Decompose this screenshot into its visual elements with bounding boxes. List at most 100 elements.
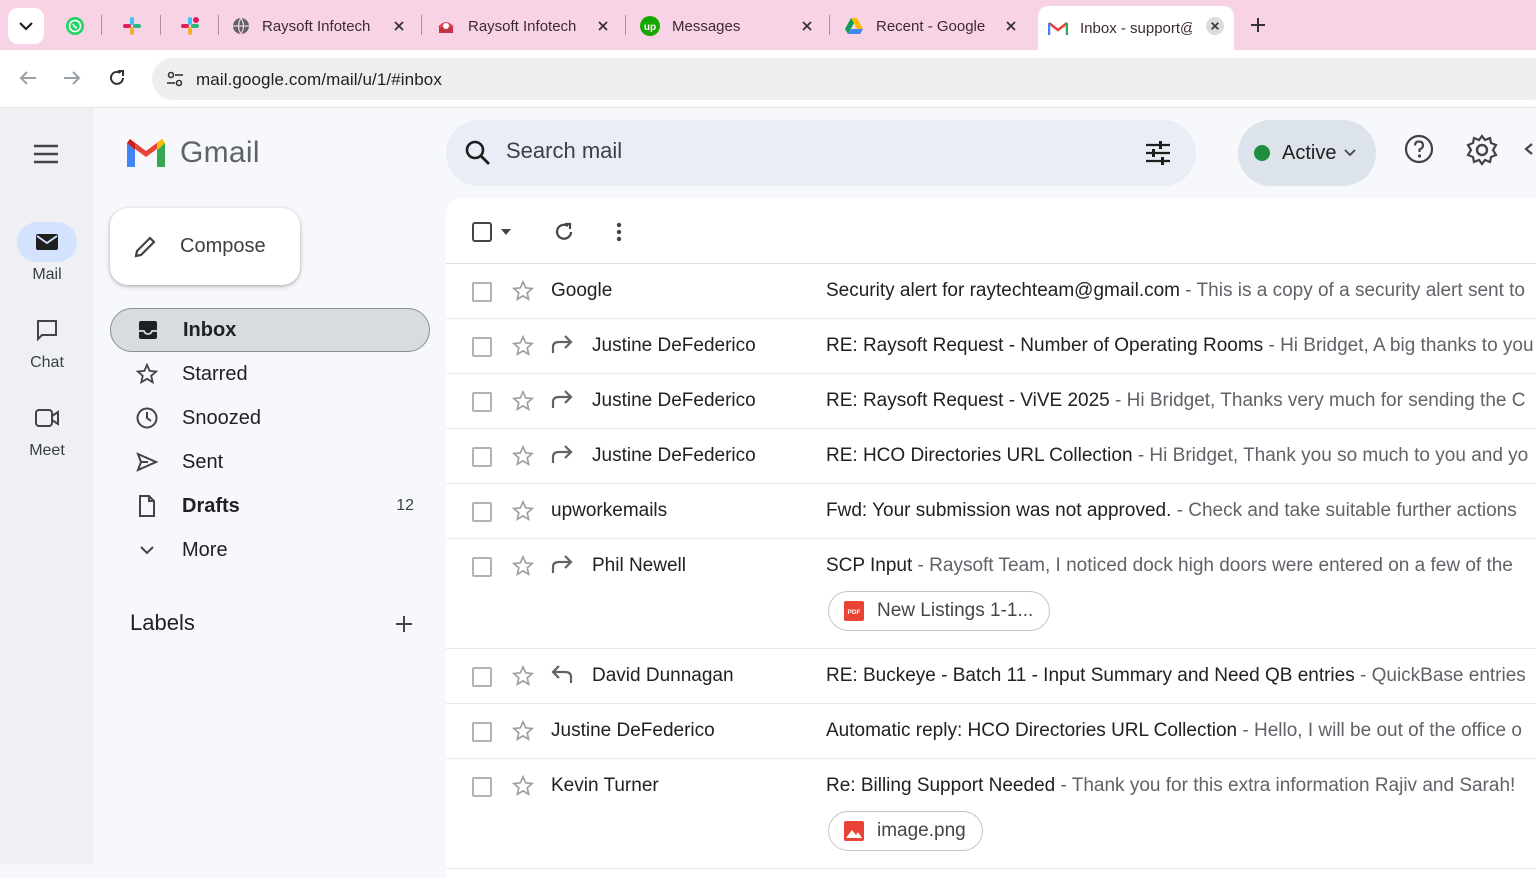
- close-tab-icon[interactable]: [1002, 17, 1020, 35]
- email-row[interactable]: Justine DeFederico RE: Raysoft Request -…: [446, 319, 1536, 374]
- tab-raysoft-2[interactable]: Raysoft Infotech |: [426, 8, 622, 44]
- whatsapp-icon: [66, 17, 84, 35]
- email-row[interactable]: Justine DeFederico RE: Raysoft Request -…: [446, 374, 1536, 429]
- star-icon[interactable]: [512, 335, 534, 357]
- row-checkbox[interactable]: [472, 722, 492, 742]
- mail-nav: Inbox Starred Snoozed Sent Drafts 12 Mor…: [110, 308, 430, 572]
- nav-item-sent[interactable]: Sent: [110, 440, 430, 484]
- tab-messages[interactable]: up Messages: [630, 8, 826, 44]
- star-icon[interactable]: [512, 775, 534, 797]
- refresh-icon: [555, 222, 573, 240]
- plus-icon: [1251, 18, 1265, 32]
- attachment-name: New Listings 1-1...: [877, 600, 1034, 621]
- star-icon[interactable]: [512, 500, 534, 522]
- select-all-checkbox[interactable]: [468, 218, 496, 246]
- email-row[interactable]: Kevin Turner Re: Billing Support Needed …: [446, 759, 1536, 869]
- select-menu-button[interactable]: [496, 218, 516, 246]
- tab-google-drive[interactable]: Recent - Google D: [834, 8, 1030, 44]
- help-icon[interactable]: [1404, 134, 1434, 164]
- email-sender: upworkemails: [551, 500, 668, 521]
- globe-icon: [233, 17, 249, 35]
- row-checkbox[interactable]: [472, 392, 492, 412]
- email-sender: Phil Newell: [592, 555, 686, 576]
- status-selector[interactable]: Active: [1238, 120, 1376, 186]
- gmail-logo[interactable]: Gmail: [124, 136, 260, 170]
- star-icon[interactable]: [512, 280, 534, 302]
- star-icon[interactable]: [512, 445, 534, 467]
- main-menu-button[interactable]: [26, 134, 66, 174]
- row-checkbox[interactable]: [472, 502, 492, 522]
- site-info-button[interactable]: [160, 64, 190, 94]
- rail-item-mail[interactable]: Mail: [0, 222, 94, 284]
- email-row[interactable]: Phil Newell SCP Input - Raysoft Team, I …: [446, 539, 1536, 649]
- email-subject: Automatic reply: HCO Directories URL Col…: [826, 720, 1238, 741]
- pinned-tab-slack[interactable]: [114, 8, 150, 44]
- email-content: Re: Billing Support Needed - Thank you f…: [826, 775, 1536, 797]
- nav-item-snoozed[interactable]: Snoozed: [110, 396, 430, 440]
- address-bar: mail.google.com/mail/u/1/#inbox: [0, 50, 1536, 108]
- nav-label: Starred: [182, 362, 248, 385]
- tab-search-button[interactable]: [8, 8, 44, 44]
- nav-item-starred[interactable]: Starred: [110, 352, 430, 396]
- search-icon[interactable]: [464, 139, 492, 167]
- back-button[interactable]: [16, 66, 40, 90]
- create-label-button[interactable]: [392, 612, 416, 636]
- drafts-count: 12: [396, 497, 414, 514]
- nav-label: Inbox: [183, 318, 237, 341]
- nav-item-drafts[interactable]: Drafts 12: [110, 484, 430, 528]
- email-row[interactable]: Justine DeFederico RE: HCO Directories U…: [446, 429, 1536, 484]
- tab-separator: [829, 15, 830, 35]
- close-tab-icon[interactable]: [594, 17, 612, 35]
- new-tab-button[interactable]: [1246, 13, 1270, 37]
- email-snippet: - Hi Bridget, A big thanks to you: [1263, 335, 1534, 356]
- arrow-left-icon[interactable]: [1522, 142, 1536, 156]
- forward-button[interactable]: [60, 66, 84, 90]
- star-icon[interactable]: [512, 555, 534, 577]
- chevron-down-icon: [19, 22, 33, 31]
- rail-item-chat[interactable]: Chat: [0, 310, 94, 372]
- email-row[interactable]: Justine DeFederico Automatic reply: HCO …: [446, 704, 1536, 759]
- hamburger-icon: [34, 144, 58, 164]
- email-row[interactable]: Google Security alert for raytechteam@gm…: [446, 264, 1536, 319]
- email-row[interactable]: upworkemails Fwd: Your submission was no…: [446, 484, 1536, 539]
- clock-icon: [136, 407, 158, 429]
- refresh-button[interactable]: [550, 218, 578, 246]
- row-checkbox[interactable]: [472, 447, 492, 467]
- row-checkbox[interactable]: [472, 777, 492, 797]
- tab-raysoft-1[interactable]: Raysoft Infotech |: [222, 8, 418, 44]
- tab-inbox-active[interactable]: Inbox - support@: [1038, 6, 1234, 50]
- email-subject: RE: Raysoft Request - Number of Operatin…: [826, 335, 1264, 356]
- reload-button[interactable]: [105, 66, 129, 90]
- email-snippet: - QuickBase entries: [1354, 665, 1526, 686]
- email-row[interactable]: David Dunnagan RE: Buckeye - Batch 11 - …: [446, 649, 1536, 704]
- attachment-chip[interactable]: image.png: [828, 811, 983, 851]
- star-icon[interactable]: [512, 665, 534, 687]
- nav-item-more[interactable]: More: [110, 528, 430, 572]
- omnibox[interactable]: mail.google.com/mail/u/1/#inbox: [152, 58, 1536, 100]
- more-options-button[interactable]: [605, 218, 633, 246]
- pinned-tab-whatsapp[interactable]: [57, 8, 93, 44]
- close-tab-icon[interactable]: [1206, 17, 1224, 35]
- browser-tab-bar: Raysoft Infotech | Raysoft Infotech | up…: [0, 0, 1536, 50]
- row-checkbox[interactable]: [472, 282, 492, 302]
- compose-button[interactable]: Compose: [110, 208, 300, 285]
- close-tab-icon[interactable]: [798, 17, 816, 35]
- row-checkbox[interactable]: [472, 337, 492, 357]
- search-input[interactable]: [506, 138, 1106, 164]
- reload-icon: [110, 70, 124, 85]
- checkbox-icon: [472, 222, 492, 242]
- close-tab-icon[interactable]: [390, 17, 408, 35]
- star-icon[interactable]: [512, 720, 534, 742]
- nav-item-inbox[interactable]: Inbox: [110, 308, 430, 352]
- email-content: RE: Raysoft Request - ViVE 2025 - Hi Bri…: [826, 390, 1536, 412]
- row-checkbox[interactable]: [472, 557, 492, 577]
- email-content: SCP Input - Raysoft Team, I noticed dock…: [826, 555, 1536, 577]
- rail-item-meet[interactable]: Meet: [0, 398, 94, 460]
- gear-icon[interactable]: [1466, 134, 1498, 166]
- attachment-name: image.png: [877, 820, 966, 841]
- row-checkbox[interactable]: [472, 667, 492, 687]
- search-options-icon[interactable]: [1144, 139, 1172, 167]
- attachment-chip[interactable]: PDF New Listings 1-1...: [828, 591, 1051, 631]
- pinned-tab-slack-2[interactable]: [172, 8, 208, 44]
- star-icon[interactable]: [512, 390, 534, 412]
